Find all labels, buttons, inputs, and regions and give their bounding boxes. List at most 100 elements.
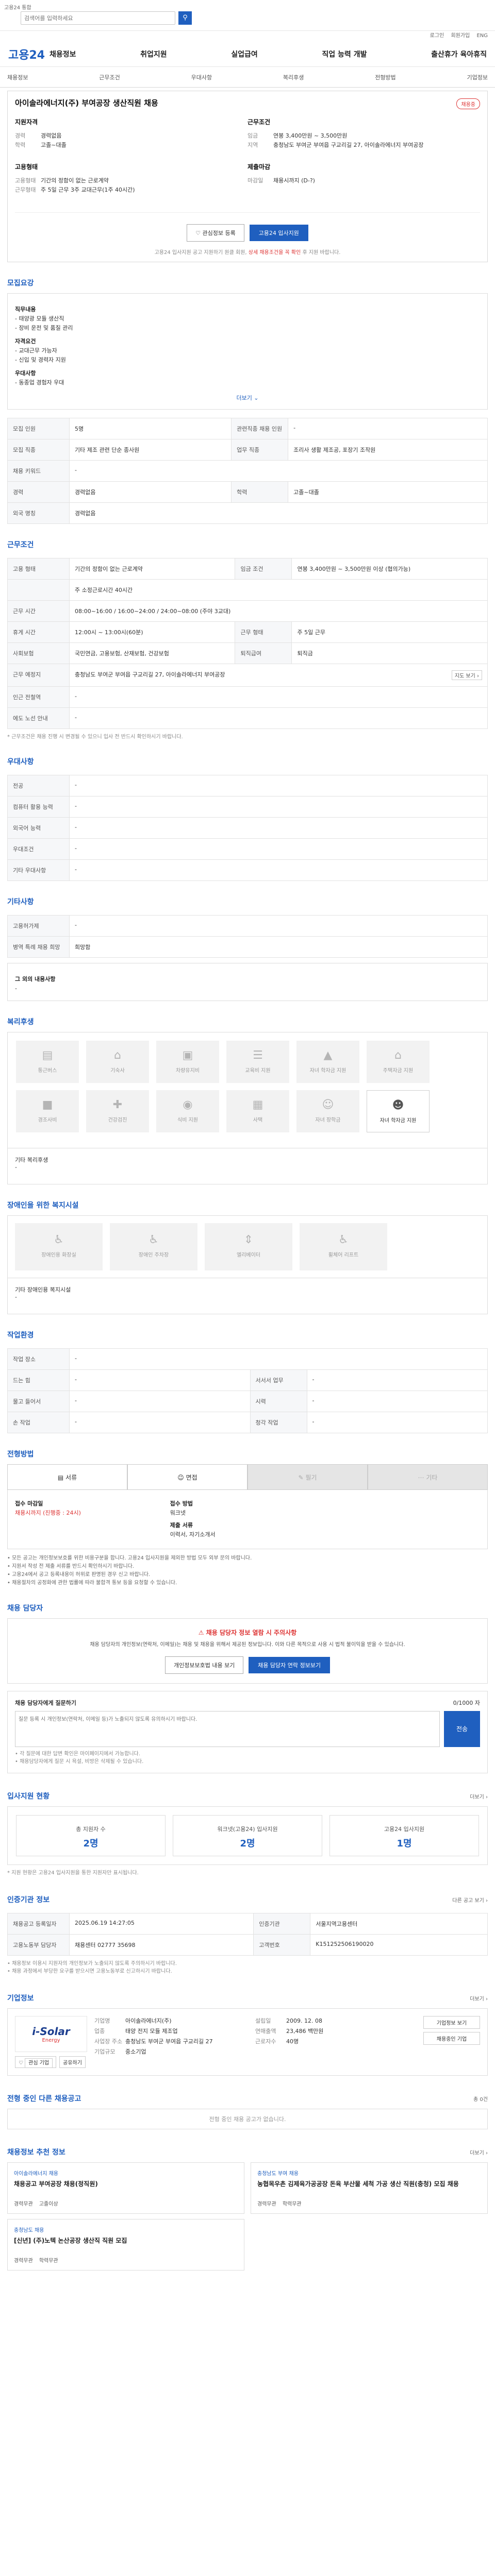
nav-benefit[interactable]: 실업급여 [231, 49, 258, 59]
nav-leave[interactable]: 출산휴가 육아휴직 [431, 49, 487, 59]
company-jobs-button[interactable]: 채용중인 기업 [423, 2032, 480, 2045]
cell-key: 드는 힘 [7, 1369, 70, 1391]
welfare-item: ◉ 식비 지원 [156, 1090, 219, 1132]
util-login-link[interactable]: 로그인 [430, 33, 444, 39]
job-card[interactable]: 충청남도 채용 [신년] (주)노텍 논산공장 생산직 직원 모집 경력무관 학력… [7, 2219, 244, 2270]
welfare-label: 사택 [253, 1117, 263, 1123]
cell-value: - [306, 1412, 488, 1433]
job-card[interactable]: 충청남도 부여 채용 농협목우촌 김제육가공공장 돈육 부산물 세척 가공 생산… [251, 2162, 488, 2214]
kv-key: 임금 [248, 132, 258, 139]
job-card[interactable]: 아이솔라에너지 채용 채용공고 부여공장 채용(정직원) 경력무관 고졸이상 [7, 2162, 244, 2214]
qna-textarea[interactable] [15, 1711, 440, 1747]
cell-key: 물고 들어서 [7, 1391, 70, 1412]
cell-value: - [306, 1391, 488, 1412]
stat-label: 고용24 입사지원 [384, 1826, 425, 1833]
share-button[interactable]: 공유하기 [59, 2056, 86, 2068]
cell-key: 관련직종 채용 인원 [231, 418, 289, 439]
cell-value: 5명 [69, 418, 232, 439]
tab-recruit[interactable]: 채용정보 [7, 73, 28, 81]
detail-label: 자격요건 [15, 338, 36, 345]
stat-label: 총 지원자 수 [76, 1826, 106, 1833]
contact-box: ⚠ 채용 담당자 정보 열람 시 주의사항 채용 담당자의 개인정보(연락처, … [7, 1618, 488, 1684]
cell-value: 08:00~16:00 / 16:00~24:00 / 24:00~08:00 … [69, 600, 488, 622]
recruit-table: 모집 인원 5명 관련직종 채용 인원 - 모집 직종 기타 제조 관련 단순 종사원… [7, 418, 488, 524]
welfare-item-active: ☻ 자녀 학자금 지원 [367, 1090, 430, 1132]
contact-info-button[interactable]: 채용 담당자 연락 정보보기 [249, 1657, 330, 1673]
table-row: 전공 - [7, 775, 488, 796]
company-more-link[interactable]: 더보기 › [470, 1994, 488, 2002]
nav-support[interactable]: 취업지원 [140, 49, 167, 59]
cell-key: 퇴직급여 [235, 642, 292, 664]
welfare-item: ▤ 통근버스 [16, 1041, 79, 1083]
cell-key: 에도 노선 안내 [7, 707, 70, 729]
qna-send-button[interactable]: 전송 [444, 1711, 480, 1747]
cell-value: 희망함 [69, 936, 488, 958]
work-section-title: 근무조건 [7, 541, 34, 549]
nav-jobs[interactable]: 채용정보 [50, 49, 76, 59]
env-section-title: 작업환경 [7, 1331, 34, 1340]
stat-card: 총 지원자 수 2명 [16, 1815, 166, 1856]
cell-value: - [69, 796, 488, 818]
recommend-row: 충청남도 채용 [신년] (주)노텍 논산공장 생산직 직원 모집 경력무관 학력… [7, 2219, 488, 2270]
privacy-law-button[interactable]: 개인정보보호법 내용 보기 [165, 1656, 244, 1674]
card-title: 농협목우촌 김제육가공공장 돈육 부산물 세척 가공 생산 직원(충청) 모집 … [257, 2180, 459, 2188]
qna-note: • 채용담당자에게 질문 시 욕설, 비방은 삭제될 수 있습니다. [15, 1759, 144, 1765]
contact-section-title: 채용 담당자 [7, 1604, 43, 1613]
cell-key: 전공 [7, 775, 70, 796]
util-join-link[interactable]: 회원가입 [451, 33, 470, 39]
elevator-icon: ⇕ [243, 1233, 254, 1246]
welfare-label: 건강검진 [108, 1117, 127, 1123]
save-company-button[interactable]: ♡ 관심 기업 [15, 2056, 57, 2068]
tab-conditions[interactable]: 근무조건 [99, 73, 120, 81]
stats-more-link[interactable]: 더보기 › [470, 1792, 488, 1800]
cell-key [7, 579, 70, 601]
work-table: 고용 형태 기간의 정함이 없는 근로계약 임금 조건 연봉 3,400만원 ~ 3… [7, 558, 488, 729]
tab-selection[interactable]: 전형방법 [375, 73, 395, 81]
other-jobs-empty: 전형 중인 채용 공고가 없습니다. [7, 2109, 488, 2129]
etc-section-title: 기타사항 [7, 898, 34, 906]
util-eng-link[interactable]: ENG [476, 33, 488, 39]
kv-value: 23,486 백만원 [286, 2028, 324, 2035]
table-row: 손 작업 - 청각 작업 - [7, 1412, 488, 1433]
company-logo-text: i-Solar [32, 2025, 70, 2038]
map-button[interactable]: 지도 보기 › [451, 670, 482, 680]
interest-button[interactable]: ♡ 관심정보 등록 [187, 224, 244, 242]
cell-key: 임금 조건 [235, 558, 292, 580]
recommend-more-link[interactable]: 더보기 › [470, 2148, 488, 2156]
card-meta: 학력무관 [282, 2201, 302, 2207]
tab-welfare[interactable]: 복리후생 [283, 73, 304, 81]
cell-value: 조리사 생활 제조공, 포장기 조작원 [288, 439, 488, 461]
cell-key: 모집 직종 [7, 439, 70, 461]
cell-value: 주 소정근로시간 40시간 [69, 579, 488, 601]
warn-text: 채용 담당자 정보 열람 시 주의사항 [206, 1629, 297, 1636]
work-note: * 근무조건은 채용 진행 시 변경될 수 있으니 입사 전 반드시 확인하시기… [7, 734, 183, 740]
agency-more-link[interactable]: 다른 공고 보기 › [452, 1896, 488, 1904]
qna-counter: 0/1000 자 [453, 1700, 480, 1706]
table-row: 휴게 시간 12:00시 ~ 13:00시(60분) 근무 형태 주 5일 근무 [7, 621, 488, 643]
child-icon: ☻ [392, 1099, 404, 1112]
search-icon[interactable]: ⚲ [178, 11, 192, 25]
nav-training[interactable]: 직업 능력 개발 [322, 49, 367, 59]
cell-key: 학력 [231, 481, 289, 503]
tab-company[interactable]: 기업정보 [467, 73, 487, 81]
site-logo[interactable]: 고용24 [8, 46, 50, 62]
company-box: i-Solar Energy ♡ 관심 기업 공유하기 기업명 아이솔라에너지(주… [7, 2008, 488, 2076]
tab-prefer[interactable]: 우대사항 [191, 73, 212, 81]
welfare-item: ☰ 교육비 지원 [226, 1041, 289, 1083]
cell-value: 2025.06.19 14:27:05 [69, 1913, 254, 1935]
search-box[interactable] [21, 11, 175, 25]
expand-toggle[interactable]: 더보기 ⌄ [15, 394, 480, 402]
company-info-button[interactable]: 기업정보 보기 [423, 2016, 480, 2029]
extra-label: 그 외의 내용사항 [15, 976, 56, 982]
cell-value: - [69, 817, 488, 839]
apply-button[interactable]: 고용24 입사지원 [249, 225, 308, 241]
note-line: • 채용정보 이용시 지원자의 개인정보가 노출되지 않도록 주의하시기 바랍니… [7, 1961, 177, 1967]
address-text: 충청남도 부여군 부여읍 구교리길 27, 아이솔라에너지 부여공장 [75, 671, 225, 678]
kv-value: 충청남도 부여군 부여읍 구교리길 27 [125, 2038, 213, 2045]
search-input[interactable] [24, 14, 172, 22]
disab-section-title: 장애인을 위한 복지시설 [7, 1201, 79, 1210]
cell-value: - [69, 838, 488, 860]
kv-key: 지역 [248, 142, 258, 148]
cell-value: - [306, 1369, 488, 1391]
card-tag: 충청남도 채용 [14, 2228, 44, 2233]
